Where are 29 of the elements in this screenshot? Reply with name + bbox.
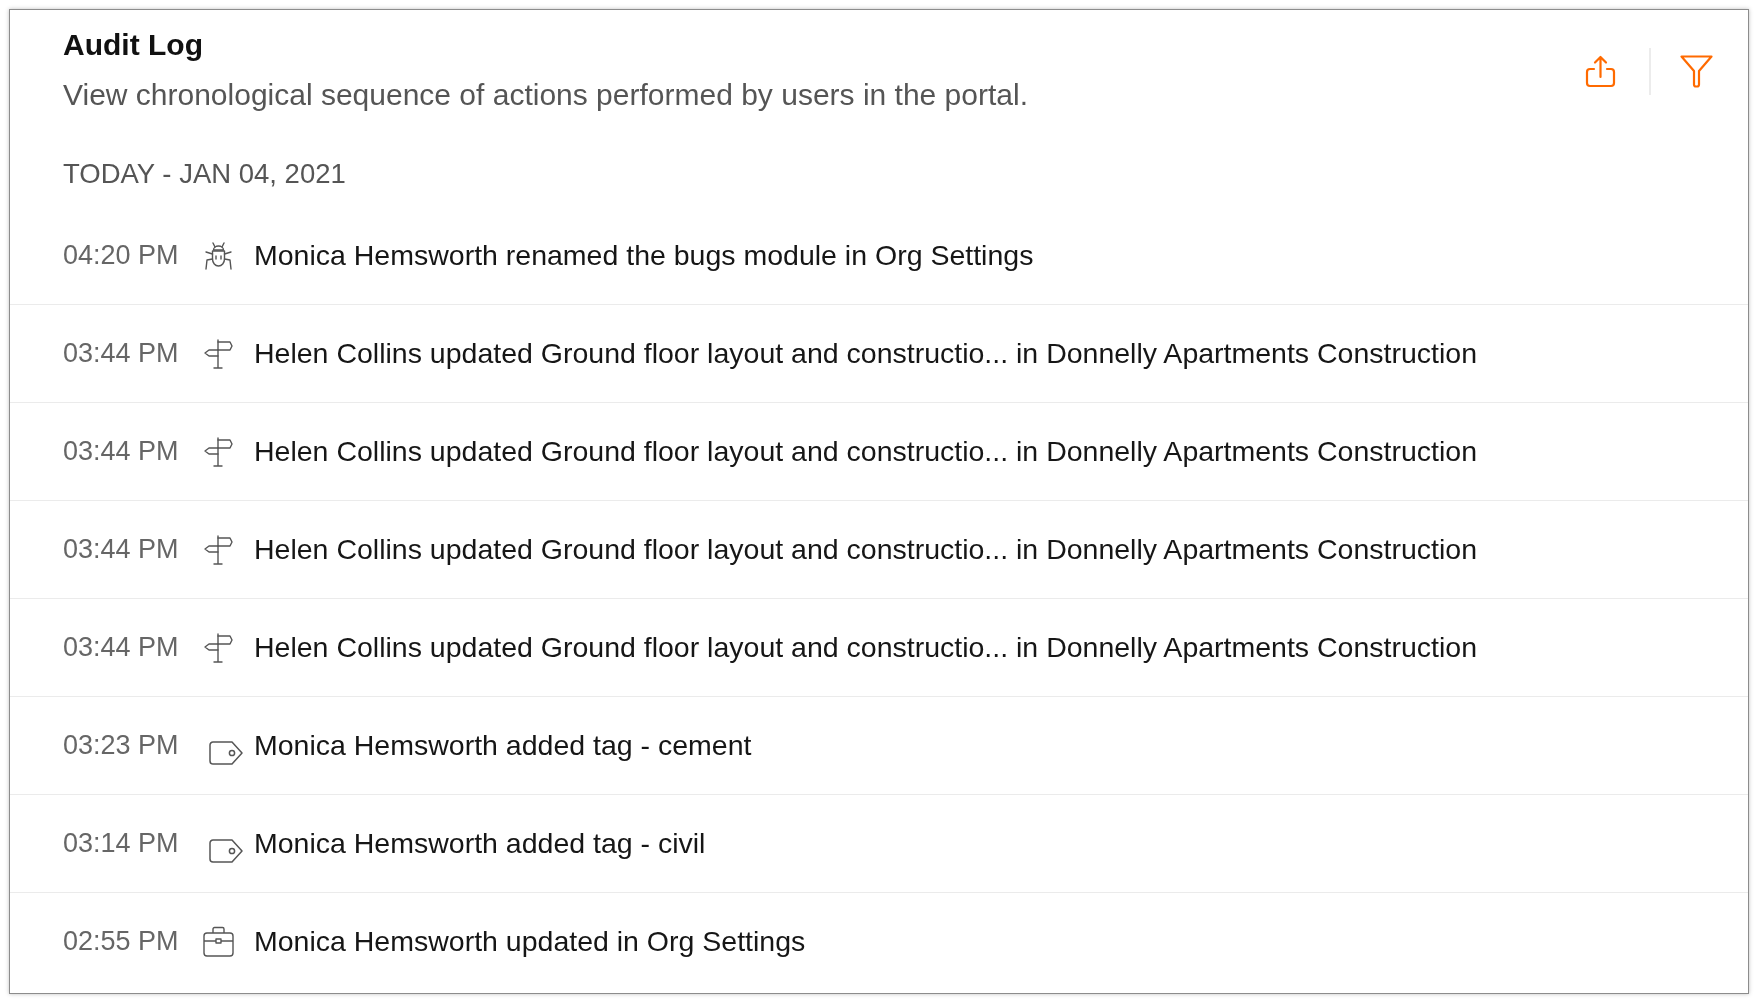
entry-text: Monica Hemsworth added tag - cement [254,729,752,762]
signpost-icon [203,534,234,565]
date-heading: TODAY - JAN 04, 2021 [63,158,346,190]
entry-text: Helen Collins updated Ground floor layout and constructio... in Donnelly Apartments Construction [254,337,1477,370]
entry-text: Helen Collins updated Ground floor layout and constructio... in Donnelly Apartments Construction [254,631,1477,664]
signpost-icon [203,338,234,369]
signpost-icon [203,632,234,663]
entry-text: Monica Hemsworth updated in Org Settings [254,925,806,958]
filter-icon[interactable] [1680,55,1713,88]
entry-time: 03:23 PM [63,730,180,761]
page-subtitle: View chronological sequence of actions performed by users in the portal. [63,77,1028,113]
signpost-icon [203,436,234,467]
tag-icon [209,740,243,765]
briefcase-icon [203,926,234,957]
entry-time: 03:44 PM [63,534,180,565]
entry-text: Helen Collins updated Ground floor layout and constructio... in Donnelly Apartments Construction [254,435,1477,468]
entry-time: 03:14 PM [63,828,180,859]
entry-time: 03:44 PM [63,338,180,369]
entry-text: Monica Hemsworth added tag - civil [254,827,706,860]
bug-icon [203,240,234,271]
entry-text: Helen Collins updated Ground floor layout and constructio... in Donnelly Apartments Construction [254,533,1477,566]
entry-time: 02:55 PM [63,926,180,957]
entry-time: 03:44 PM [63,436,180,467]
entry-time: 04:20 PM [63,240,180,271]
upload-icon[interactable] [1584,55,1617,88]
entry-time: 03:44 PM [63,632,180,663]
entry-text: Monica Hemsworth renamed the bugs module in Org Settings [254,239,1034,272]
page-title: Audit Log [63,27,203,63]
tag-icon [209,838,243,863]
